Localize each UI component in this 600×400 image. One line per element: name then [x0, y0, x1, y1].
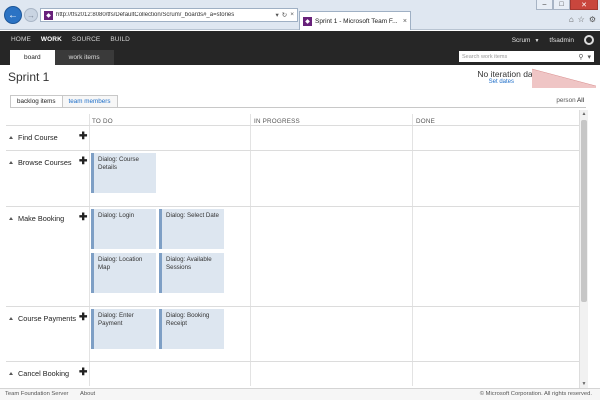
- tab-close-icon[interactable]: ×: [403, 18, 407, 25]
- collapse-triangle-icon: [9, 136, 13, 139]
- nav-home[interactable]: HOME: [11, 36, 31, 43]
- board-row-course-payments: Course Payments ✚ Dialog: Enter Payment …: [6, 306, 580, 361]
- scrollbar-thumb[interactable]: [581, 120, 587, 302]
- board-row-cancel-booking: Cancel Booking ✚: [6, 361, 580, 386]
- scroll-up-icon[interactable]: ▲: [580, 110, 588, 118]
- search-placeholder: Search work items: [462, 53, 508, 60]
- task-card[interactable]: Dialog: Select Date: [159, 209, 224, 249]
- scroll-down-icon[interactable]: ▼: [580, 380, 588, 388]
- collapse-triangle-icon: [9, 161, 13, 164]
- search-dropdown-icon[interactable]: ▾: [275, 11, 278, 19]
- close-button[interactable]: ✕: [570, 0, 598, 10]
- gear-icon[interactable]: [584, 35, 594, 45]
- tabs-divider: [10, 107, 586, 108]
- about-link[interactable]: About: [80, 391, 95, 397]
- main-nav: HOME WORK SOURCE BUILD: [11, 36, 130, 43]
- site-icon: ◆: [44, 10, 53, 20]
- task-card[interactable]: Dialog: Login: [91, 209, 156, 249]
- tfs-header: HOME WORK SOURCE BUILD Scrum ▼ tfsadmin b…: [0, 31, 600, 65]
- tools-gear-icon[interactable]: ⚙: [589, 15, 596, 24]
- task-card[interactable]: Dialog: Booking Receipt: [159, 309, 224, 349]
- back-arrow-icon[interactable]: ←: [4, 6, 22, 24]
- window-controls: – □ ✕: [536, 0, 598, 10]
- column-header-todo: TO DO: [92, 118, 113, 125]
- add-icon[interactable]: ✚: [79, 367, 87, 378]
- browser-toolbar: ⌂ ☆ ⚙: [569, 15, 596, 24]
- column-header-done: DONE: [416, 118, 435, 125]
- task-board: TO DO IN PROGRESS DONE Find Course ✚ Bro…: [6, 114, 580, 386]
- board-row-make-booking: Make Booking ✚ Dialog: Login Dialog: Sel…: [6, 206, 580, 306]
- add-icon[interactable]: ✚: [79, 312, 87, 323]
- header-right: Scrum ▼ tfsadmin: [512, 35, 594, 45]
- add-icon[interactable]: ✚: [79, 212, 87, 223]
- tab-site-icon: ◆: [303, 16, 312, 26]
- add-icon[interactable]: ✚: [79, 131, 87, 142]
- browser-chrome: ← → ◆ http://tfs2012:8080/tfs/DefaultCol…: [0, 0, 600, 30]
- search-dropdown-icon[interactable]: ▾: [587, 53, 591, 61]
- user-menu[interactable]: tfsadmin: [549, 37, 574, 44]
- burndown-chart-icon[interactable]: [532, 68, 596, 88]
- project-selector[interactable]: Scrum ▼: [512, 37, 540, 44]
- vertical-scrollbar[interactable]: ▲ ▼: [579, 110, 588, 388]
- task-card[interactable]: Dialog: Available Sessions: [159, 253, 224, 293]
- chevron-down-icon: ▼: [534, 37, 540, 44]
- task-card[interactable]: Dialog: Location Map: [91, 253, 156, 293]
- search-icon[interactable]: ⚲: [578, 53, 583, 61]
- tab-board[interactable]: board: [10, 50, 55, 65]
- task-card[interactable]: Dialog: Course Details: [91, 153, 156, 193]
- page-title: Sprint 1: [8, 70, 50, 84]
- row-title[interactable]: Cancel Booking: [9, 369, 69, 378]
- browser-tab[interactable]: ◆ Sprint 1 - Microsoft Team F... ×: [299, 11, 411, 30]
- search-input[interactable]: Search work items ⚲ ▾: [459, 51, 594, 62]
- refresh-icon[interactable]: ↻: [282, 11, 287, 19]
- stop-icon[interactable]: ×: [290, 11, 294, 19]
- set-dates-link[interactable]: Set dates: [489, 79, 514, 85]
- iteration-info: No iteration dates Set dates: [400, 68, 596, 88]
- board-row-browse-courses: Browse Courses ✚ Dialog: Course Details: [6, 150, 580, 206]
- board-row-find-course: Find Course ✚: [6, 125, 580, 150]
- tab-title: Sprint 1 - Microsoft Team F...: [315, 17, 398, 25]
- minimize-button[interactable]: –: [536, 0, 553, 10]
- footer-brand: Team Foundation Server: [5, 391, 69, 397]
- row-title[interactable]: Find Course: [9, 133, 58, 142]
- sub-tabs: board work items: [10, 50, 114, 65]
- person-filter[interactable]: person All: [556, 97, 584, 104]
- person-filter-value: All: [577, 97, 584, 104]
- row-title[interactable]: Browse Courses: [9, 158, 72, 167]
- footer: Team Foundation Server About © Microsoft…: [0, 388, 600, 400]
- maximize-button[interactable]: □: [553, 0, 570, 10]
- column-header-in-progress: IN PROGRESS: [254, 118, 300, 125]
- address-url[interactable]: http://tfs2012:8080/tfs/DefaultCollectio…: [56, 12, 272, 18]
- collapse-triangle-icon: [9, 317, 13, 320]
- address-bar[interactable]: ◆ http://tfs2012:8080/tfs/DefaultCollect…: [40, 8, 298, 22]
- person-filter-label: person: [556, 97, 576, 104]
- copyright: © Microsoft Corporation. All rights rese…: [479, 391, 592, 397]
- nav-build[interactable]: BUILD: [110, 36, 130, 43]
- collapse-triangle-icon: [9, 372, 13, 375]
- collapse-triangle-icon: [9, 217, 13, 220]
- add-icon[interactable]: ✚: [79, 156, 87, 167]
- row-title[interactable]: Make Booking: [9, 214, 64, 223]
- star-icon[interactable]: ☆: [578, 15, 585, 24]
- tab-work-items[interactable]: work items: [54, 50, 114, 65]
- nav-source[interactable]: SOURCE: [72, 36, 100, 43]
- forward-arrow-icon[interactable]: →: [24, 8, 38, 22]
- home-icon[interactable]: ⌂: [569, 15, 574, 24]
- nav-work[interactable]: WORK: [41, 36, 62, 43]
- task-card[interactable]: Dialog: Enter Payment: [91, 309, 156, 349]
- row-title[interactable]: Course Payments: [9, 314, 76, 323]
